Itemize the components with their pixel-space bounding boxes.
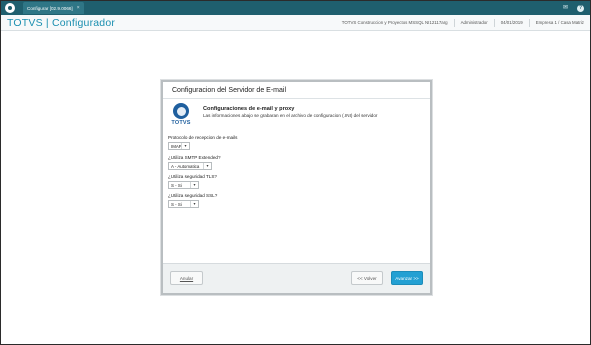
intro-title: Configuraciones de e-mail y proxy <box>203 106 295 112</box>
select-arrow-icon[interactable]: ▾ <box>190 201 198 207</box>
app-header: TOTVS | Configurador TOTVS Construccion … <box>1 15 590 31</box>
branch-label[interactable]: Empresa 1 / Casa Matriz <box>528 18 590 27</box>
ssl-value: S - Si <box>171 201 182 207</box>
tls-field: ¿Utiliza seguridad TLS? S - Si ▾ <box>168 174 217 189</box>
select-arrow-icon[interactable]: ▾ <box>181 143 189 149</box>
user-label: Administrador <box>453 18 494 27</box>
tls-label: ¿Utiliza seguridad TLS? <box>168 174 217 179</box>
protocol-field: Protocolo de recepcion de e-mails IMAP ▾ <box>168 135 237 150</box>
next-button[interactable]: Avanzar >> <box>391 271 423 285</box>
cancel-button[interactable]: Anular <box>170 271 203 285</box>
email-config-dialog: Configuracion del Servidor de E-mail TOT… <box>161 80 432 295</box>
tab-title: Configurar [02.9.0066] <box>27 5 73 11</box>
select-arrow-icon[interactable]: ▾ <box>203 163 211 169</box>
select-arrow-icon[interactable]: ▾ <box>190 182 198 188</box>
smtp-extended-label: ¿Utiliza SMTP Extended? <box>168 155 221 160</box>
top-tab-bar: Configurar [02.9.0066] × ✉ ? <box>1 1 590 15</box>
ssl-field: ¿Utiliza seguridad SSL? S - Si ▾ <box>168 193 217 208</box>
dialog-footer: Anular << Volver Avanzar >> <box>163 263 430 293</box>
tls-select[interactable]: S - Si ▾ <box>168 181 199 189</box>
close-icon[interactable]: × <box>77 5 80 11</box>
mail-icon[interactable]: ✉ <box>562 5 569 12</box>
header-info: TOTVS Construccion y Proyectos MSSQL NI1… <box>336 15 590 30</box>
ssl-select[interactable]: S - Si ▾ <box>168 200 199 208</box>
company-label: TOTVS Construccion y Proyectos MSSQL NI1… <box>341 19 448 25</box>
back-button[interactable]: << Volver <box>351 271 383 285</box>
tls-value: S - Si <box>171 182 182 188</box>
date-label: 04/01/2019 <box>493 18 529 27</box>
tab-configurar[interactable]: Configurar [02.9.0066] × <box>23 2 84 14</box>
ssl-label: ¿Utiliza seguridad SSL? <box>168 193 218 198</box>
smtp-extended-field: ¿Utiliza SMTP Extended? A - Automatica ▾ <box>168 155 221 170</box>
protocol-label: Protocolo de recepcion de e-mails <box>168 135 238 140</box>
brand-title: TOTVS | Configurador <box>7 16 116 29</box>
dialog-title: Configuracion del Servidor de E-mail <box>163 82 430 99</box>
totvs-logo-icon: TOTVS <box>169 103 193 129</box>
smtp-extended-select[interactable]: A - Automatica ▾ <box>168 162 212 170</box>
help-icon[interactable]: ? <box>577 4 584 12</box>
intro-description: Las informaciones abajo se grabaran en e… <box>203 113 378 118</box>
dialog-body: TOTVS Configuraciones de e-mail y proxy … <box>163 99 430 263</box>
protocol-select[interactable]: IMAP ▾ <box>168 142 190 150</box>
app-logo-icon <box>5 3 15 13</box>
smtp-extended-value: A - Automatica <box>171 163 200 169</box>
logo-wordmark: TOTVS <box>171 120 191 126</box>
